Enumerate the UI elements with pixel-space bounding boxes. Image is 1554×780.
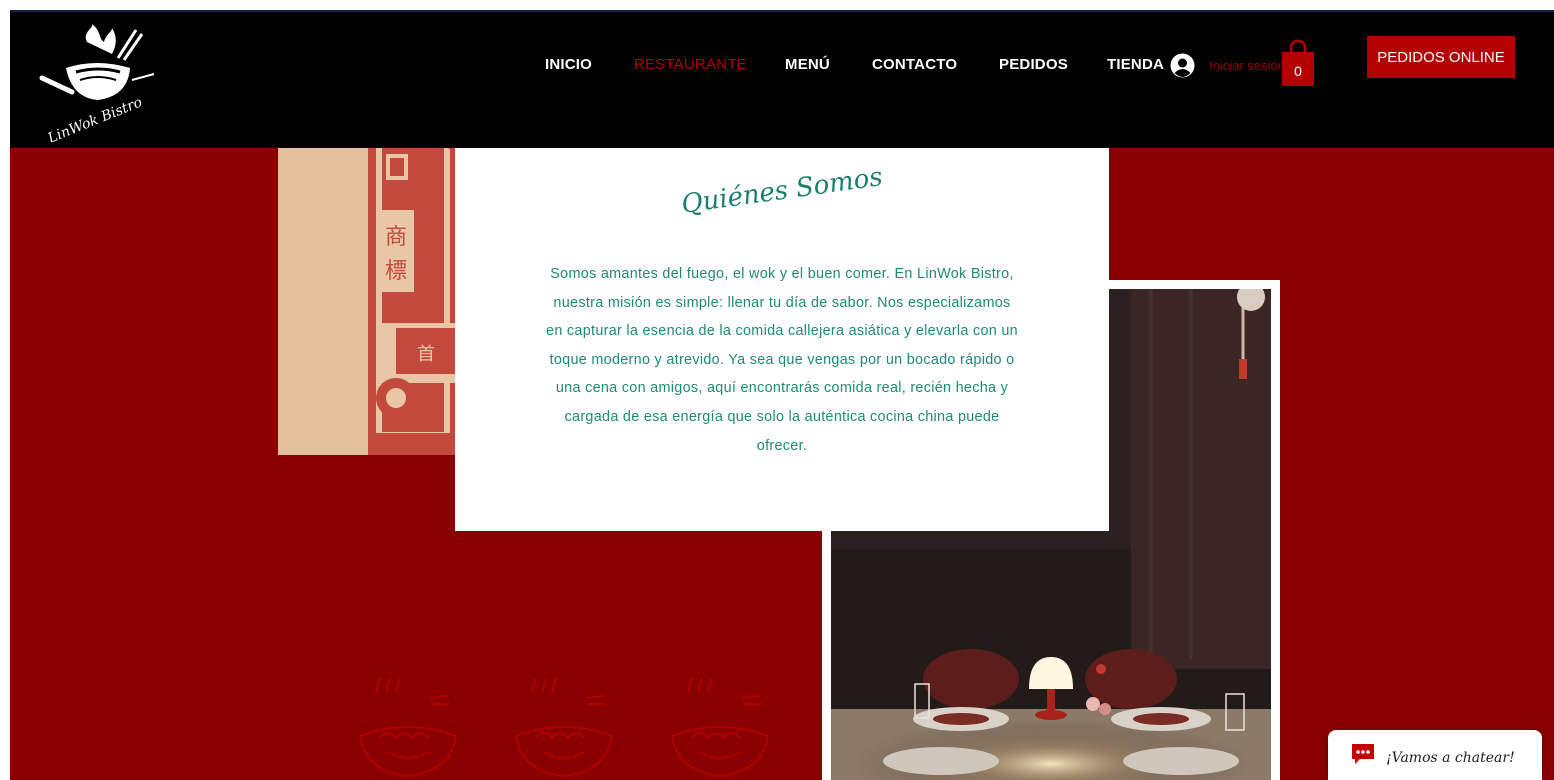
nav-item-pedidos[interactable]: PEDIDOS xyxy=(999,56,1068,73)
nav-item-contacto[interactable]: CONTACTO xyxy=(872,56,957,73)
stamp-char-1: 商 xyxy=(385,225,407,250)
user-icon[interactable] xyxy=(1170,53,1195,78)
about-title: Quiénes Somos xyxy=(679,162,885,220)
about-text: Somos amantes del fuego, el wok y el bue… xyxy=(546,266,1018,454)
page: LinWok Bistro INICIO RESTAURANTE MENÚ CO… xyxy=(0,0,1554,780)
cart-count: 0 xyxy=(1294,63,1302,79)
online-orders-button[interactable]: PEDIDOS ONLINE xyxy=(1367,36,1515,78)
about-card: Quiénes Somos Somos amantes del fuego, e… xyxy=(455,148,1109,531)
stamp-char-2: 標 xyxy=(385,259,407,284)
wok-bowl-chopsticks-icon: LinWok Bistro xyxy=(39,24,155,147)
chat-label: ¡Vamos a chatear! xyxy=(1386,750,1515,766)
site-header: LinWok Bistro INICIO RESTAURANTE MENÚ CO… xyxy=(10,10,1554,148)
nav-item-tienda[interactable]: TIENDA xyxy=(1107,56,1164,73)
noodle-bowl-icon xyxy=(670,672,770,780)
top-border xyxy=(0,0,1554,10)
cart-button[interactable]: 0 xyxy=(1280,38,1316,86)
brand-logo[interactable]: LinWok Bistro xyxy=(32,24,162,147)
nav-item-menu[interactable]: MENÚ xyxy=(785,56,830,73)
nav-item-inicio[interactable]: INICIO xyxy=(545,56,592,73)
brand-wordmark: LinWok Bistro xyxy=(45,94,145,142)
noodle-bowl-icon xyxy=(514,672,614,780)
login-link[interactable]: Iniciar sesión xyxy=(1209,58,1281,73)
nav-item-restaurante[interactable]: RESTAURANTE xyxy=(634,56,747,73)
noodle-bowl-icon xyxy=(358,672,458,780)
stamp-char-3: 首 xyxy=(417,344,435,365)
chat-widget-button[interactable]: ¡Vamos a chatear! xyxy=(1328,730,1542,780)
chat-bubble-icon xyxy=(1352,744,1374,764)
left-border xyxy=(0,0,10,780)
